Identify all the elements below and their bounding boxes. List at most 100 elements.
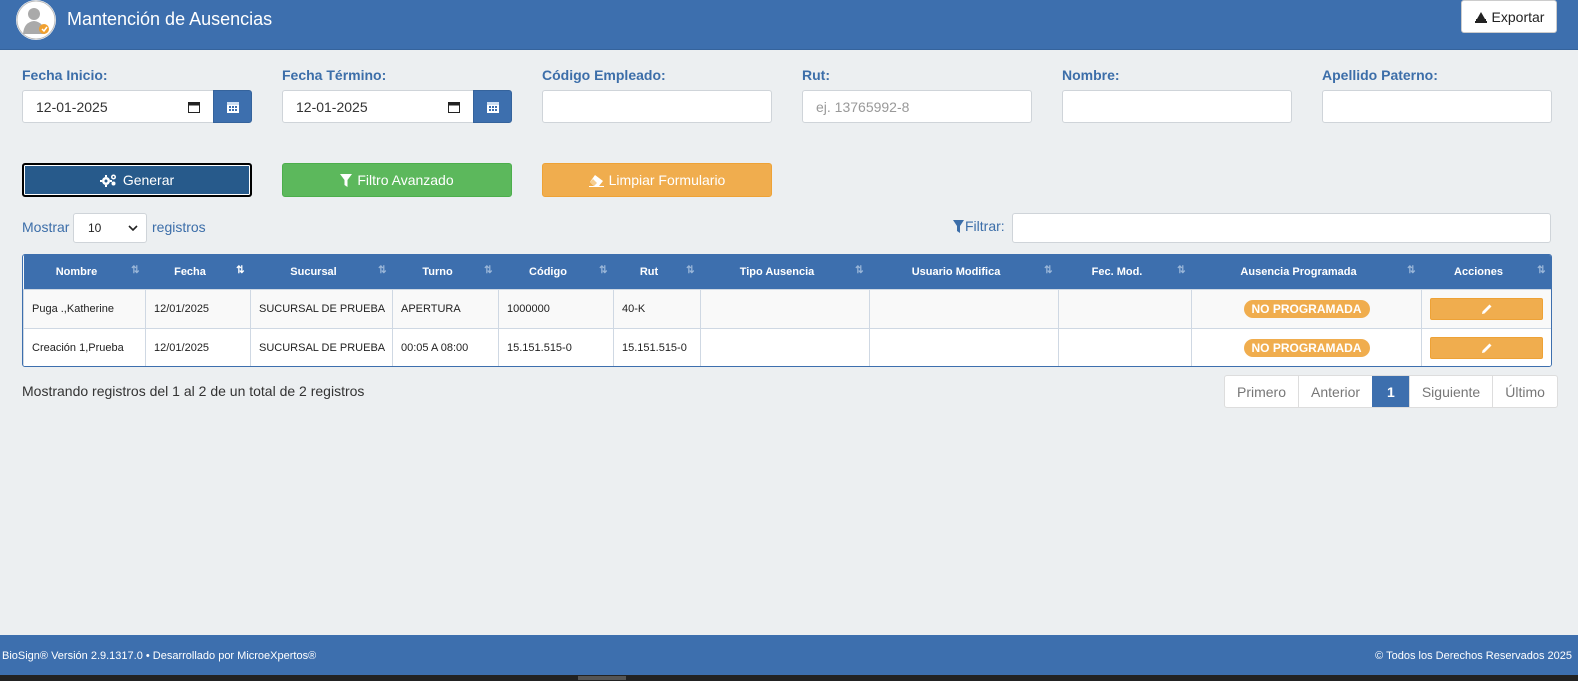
export-button[interactable]: Exportar [1461,0,1557,33]
apellido-paterno-input[interactable] [1322,90,1552,123]
ausencias-table: Nombre ⇅ Fecha ⇅ Sucursal ⇅ Turno ⇅ Código ⇅ … [22,254,1552,367]
filter-label-text: Filtrar: [965,218,1005,234]
fecha-termino-input[interactable]: 12-01-2025 [282,90,474,123]
cell-usuario-modifica [869,288,1059,329]
fecha-inicio-calendar-button[interactable] [213,90,252,123]
pencil-icon [1481,343,1491,353]
sort-icon: ⇅ [686,265,695,276]
cell-fec-mod [1058,288,1192,329]
page-length-value: 10 [88,221,102,235]
page-current-button[interactable]: 1 [1372,376,1409,407]
cell-ausencia-programada: NO PROGRAMADA [1191,327,1422,366]
filtro-avanzado-label: Filtro Avanzado [357,172,454,188]
cell-nombre: Creación 1,Prueba [23,327,146,366]
table-filter-input[interactable] [1012,213,1551,243]
cell-fec-mod [1058,327,1192,366]
eraser-icon [588,174,604,187]
sort-icon: ⇅ [1177,265,1186,276]
col-header-nombre[interactable]: Nombre ⇅ [23,255,146,289]
edit-button[interactable] [1430,297,1543,320]
filtro-avanzado-button[interactable]: Filtro Avanzado [282,163,512,197]
fecha-termino-label: Fecha Término: [282,67,387,83]
col-header-fec-mod[interactable]: Fec. Mod. ⇅ [1058,255,1192,289]
pencil-icon [1481,304,1491,314]
rut-label: Rut: [802,67,830,83]
col-header-tipo-ausencia[interactable]: Tipo Ausencia ⇅ [700,255,870,289]
status-badge: NO PROGRAMADA [1243,338,1370,357]
cell-usuario-modifica [869,327,1059,366]
nombre-label: Nombre: [1062,67,1120,83]
cell-nombre: Puga .,Katherine [23,288,146,329]
edit-button[interactable] [1430,336,1543,359]
page-last-button[interactable]: Último [1492,376,1557,407]
fecha-inicio-label: Fecha Inicio: [22,67,108,83]
cell-fecha: 12/01/2025 [145,288,251,329]
table-row: Puga .,Katherine 12/01/2025 SUCURSAL DE … [23,288,1551,329]
limpiar-formulario-button[interactable]: Limpiar Formulario [542,163,772,197]
records-label: registros [152,219,206,235]
chevron-down-icon [128,225,138,231]
cell-ausencia-programada: NO PROGRAMADA [1191,288,1422,329]
table-header-row: Nombre ⇅ Fecha ⇅ Sucursal ⇅ Turno ⇅ Código ⇅ … [23,255,1551,289]
col-header-turno[interactable]: Turno ⇅ [392,255,499,289]
sort-icon: ⇅ [1044,265,1053,276]
col-header-codigo[interactable]: Código ⇅ [498,255,614,289]
gears-icon [99,174,116,187]
filter-icon [953,219,964,233]
sort-icon: ⇅ [378,265,387,276]
generar-label: Generar [122,172,175,188]
fecha-termino-calendar-button[interactable] [473,90,512,123]
rut-input[interactable]: ej. 13765992-8 [802,90,1032,123]
col-header-sucursal[interactable]: Sucursal ⇅ [250,255,393,289]
sort-icon: ⇅ [131,265,140,276]
app-header: Mantención de Ausencias Exportar [0,0,1578,50]
apellido-paterno-label: Apellido Paterno: [1322,67,1438,83]
cell-codigo: 15.151.515-0 [498,327,614,366]
codigo-empleado-label: Código Empleado: [542,67,666,83]
cell-fecha: 12/01/2025 [145,327,251,366]
cell-codigo: 1000000 [498,288,614,329]
generar-button[interactable]: Generar [22,163,252,197]
scrollbar-thumb[interactable] [578,676,626,680]
cell-sucursal: SUCURSAL DE PRUEBA [250,288,393,329]
col-header-ausencia-programada[interactable]: Ausencia Programada ⇅ [1191,255,1422,289]
filter-label: Filtrar: [953,218,1005,234]
pagination: Primero Anterior 1 Siguiente Último [1224,375,1558,408]
cell-acciones [1421,327,1551,366]
fecha-inicio-value: 12-01-2025 [36,98,108,115]
sort-icon: ⇅ [599,265,608,276]
status-badge: NO PROGRAMADA [1243,299,1370,318]
col-header-rut[interactable]: Rut ⇅ [613,255,701,289]
fecha-inicio-input[interactable]: 12-01-2025 [22,90,214,123]
cell-tipo-ausencia [700,327,870,366]
page-next-button[interactable]: Siguiente [1408,376,1492,407]
page-prev-button[interactable]: Anterior [1298,376,1372,407]
cell-acciones [1421,288,1551,329]
fecha-termino-value: 12-01-2025 [296,98,368,115]
cell-turno: 00:05 A 08:00 [392,327,499,366]
calendar-picker-icon[interactable] [188,101,200,113]
calendar-picker-icon[interactable] [448,101,460,113]
show-label: Mostrar [22,219,70,235]
cell-rut: 15.151.515-0 [613,327,701,366]
user-avatar-icon[interactable] [16,0,56,40]
page-length-select[interactable]: 10 [73,213,147,243]
footer-version: BioSign® Versión 2.9.1317.0 • Desarrolla… [2,650,317,662]
codigo-empleado-input[interactable] [542,90,772,123]
horizontal-scrollbar[interactable] [0,675,1578,681]
sort-desc-icon: ⇅ [236,265,245,276]
export-icon [1474,11,1487,23]
cell-turno: APERTURA [392,288,499,329]
page-first-button[interactable]: Primero [1225,376,1298,407]
col-header-acciones[interactable]: Acciones ⇅ [1421,255,1551,289]
col-header-usuario-modifica[interactable]: Usuario Modifica ⇅ [869,255,1059,289]
table-row: Creación 1,Prueba 12/01/2025 SUCURSAL DE… [23,327,1551,366]
nombre-input[interactable] [1062,90,1292,123]
limpiar-formulario-label: Limpiar Formulario [608,172,726,188]
app-footer: BioSign® Versión 2.9.1317.0 • Desarrolla… [0,635,1578,675]
page-title: Mantención de Ausencias [67,9,273,29]
calendar-icon [226,101,239,113]
sort-icon: ⇅ [1407,265,1416,276]
col-header-fecha[interactable]: Fecha ⇅ [145,255,251,289]
export-label: Exportar [1491,8,1545,25]
